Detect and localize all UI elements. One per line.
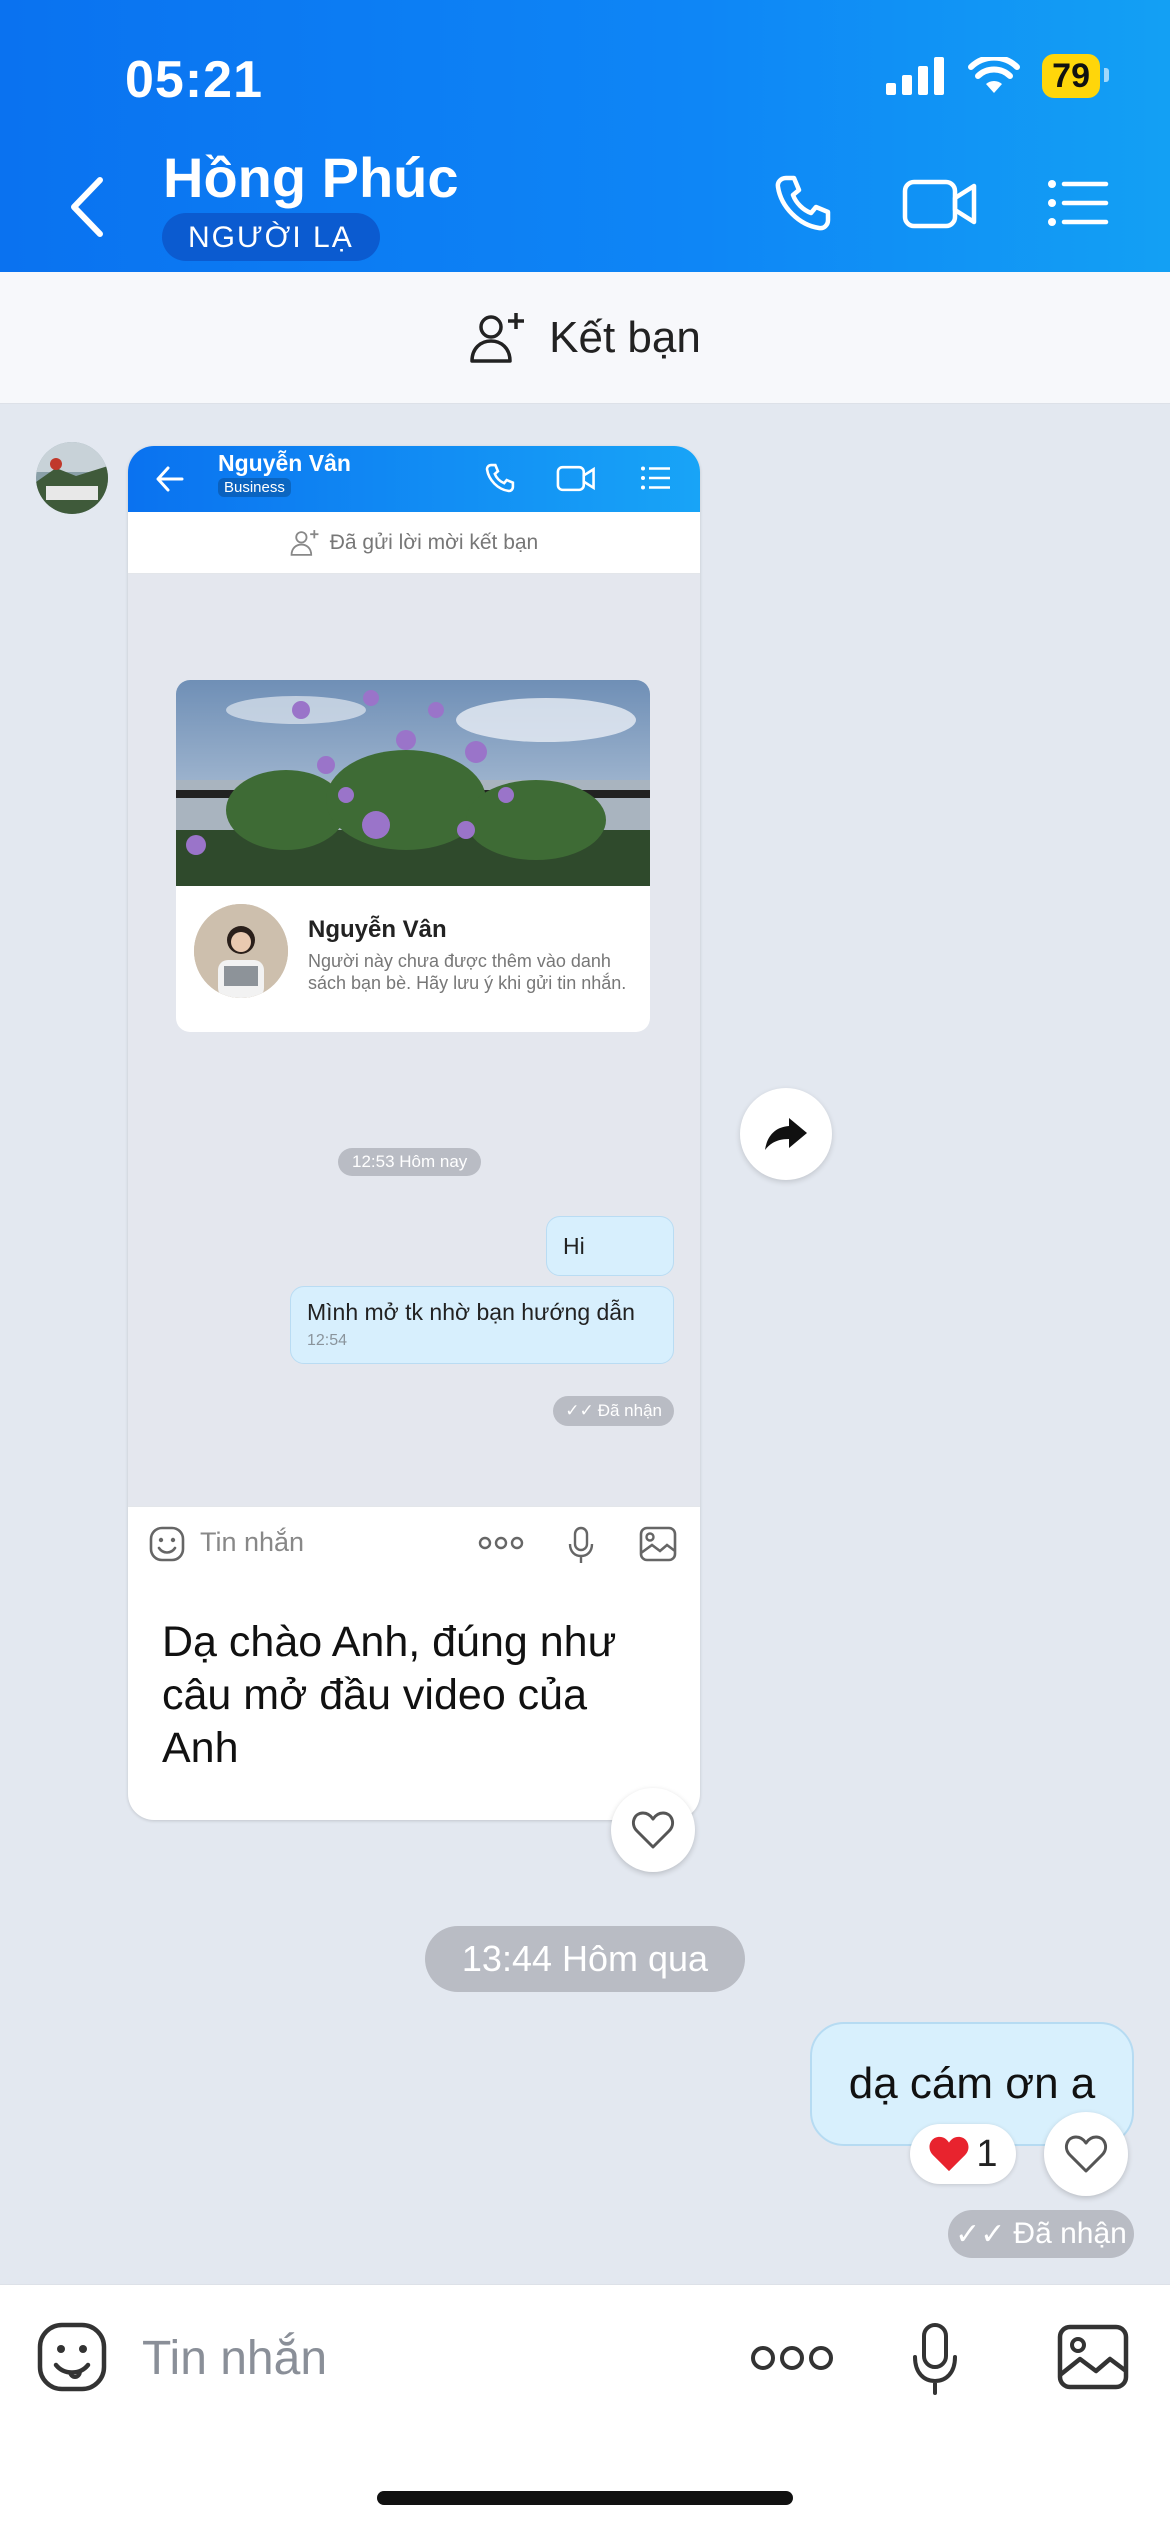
home-indicator (377, 2491, 793, 2505)
embedded-back-icon (156, 466, 184, 492)
status-time: 05:21 (125, 51, 263, 109)
profile-description: Người này chưa được thêm vào danh sách b… (308, 951, 627, 993)
profile-cover-photo (176, 680, 650, 886)
forward-arrow-icon (765, 1118, 807, 1150)
red-heart-icon (929, 2136, 969, 2172)
embedded-time-divider: 12:53 Hôm nay (338, 1148, 482, 1176)
chat-header: 05:21 79 Hồng Phúc NGƯỜI LẠ (0, 0, 1170, 272)
add-friend-label: Kết bạn (549, 312, 701, 362)
embedded-business-badge: Business (218, 478, 291, 497)
embedded-input-bar: Tin nhắn (128, 1506, 700, 1580)
phone-call-icon[interactable] (772, 172, 834, 234)
contact-name[interactable]: Hồng Phúc (163, 145, 459, 210)
embedded-chat-header: Nguyễn Vân Business (128, 446, 700, 512)
embedded-emoji-icon (149, 1526, 185, 1562)
embedded-menu-icon (641, 466, 670, 490)
embedded-received-status: ✓✓ Đã nhận (553, 1396, 674, 1426)
add-friend-icon (470, 312, 525, 363)
heart-outline-icon (1064, 2135, 1108, 2173)
message-input[interactable]: Tin nhắn (142, 2331, 327, 2386)
image-gallery-icon[interactable] (1056, 2323, 1130, 2391)
add-friend-button[interactable]: Kết bạn (0, 272, 1170, 404)
embedded-message-text: Hi (563, 1233, 585, 1259)
message-caption: Dạ chào Anh, đúng như câu mở đầu video c… (162, 1618, 617, 1772)
embedded-request-sent-label: Đã gửi lời mời kết bạn (329, 530, 539, 554)
status-icons: 79 (886, 54, 1109, 98)
embedded-double-check-icon: ✓✓ (565, 1401, 594, 1420)
embedded-profile-card: Nguyễn Vân Người này chưa được thêm vào … (176, 680, 650, 1032)
signal-icon (886, 57, 945, 95)
embedded-more-icon (478, 1536, 524, 1550)
emoji-sticker-icon[interactable] (36, 2321, 108, 2393)
embedded-request-sent-bar: Đã gửi lời mời kết bạn (128, 512, 700, 574)
sent-message-text: dạ cám ơn a (848, 2059, 1096, 2108)
react-heart-button[interactable] (611, 1788, 695, 1872)
menu-list-icon[interactable] (1046, 172, 1110, 234)
react-heart-button[interactable] (1044, 2112, 1128, 2196)
more-options-icon[interactable] (750, 2343, 834, 2373)
stranger-badge: NGƯỜI LẠ (162, 213, 380, 261)
embedded-message-bubble: Hi (546, 1216, 674, 1276)
double-check-icon: ✓✓ (955, 2217, 1006, 2251)
profile-name: Nguyễn Vân (308, 916, 447, 943)
microphone-icon[interactable] (910, 2321, 960, 2397)
embedded-mic-icon (568, 1526, 594, 1563)
embedded-video-icon (556, 465, 595, 492)
embedded-chat-body: Nguyễn Vân Người này chưa được thêm vào … (128, 574, 700, 1506)
wifi-icon (968, 57, 1021, 93)
embedded-received-label: Đã nhận (597, 1401, 662, 1420)
embedded-message-time: 12:54 (307, 1332, 348, 1349)
battery-indicator: 79 (1042, 54, 1109, 98)
heart-outline-icon (631, 1811, 675, 1849)
embedded-message-bubble: Mình mở tk nhờ bạn hướng dẫn 12:54 (290, 1286, 674, 1364)
embedded-add-friend-icon (290, 529, 319, 556)
embedded-image-icon (639, 1526, 677, 1562)
forward-button[interactable] (740, 1088, 832, 1180)
profile-avatar (194, 904, 288, 998)
embedded-contact-name: Nguyễn Vân (218, 450, 351, 476)
reaction-badge[interactable]: 1 (910, 2124, 1016, 2184)
embedded-message-text: Mình mở tk nhờ bạn hướng dẫn (307, 1299, 635, 1325)
shared-image-message[interactable]: Nguyễn Vân Business Đã gửi lời mời kết b… (128, 446, 700, 1820)
time-divider: 13:44 Hôm qua (425, 1926, 745, 1992)
received-label: Đã nhận (1013, 2217, 1127, 2250)
video-call-icon[interactable] (902, 172, 978, 234)
received-status: ✓✓ Đã nhận (948, 2210, 1134, 2258)
embedded-phone-icon (485, 463, 515, 493)
back-icon[interactable] (62, 172, 112, 242)
sender-avatar[interactable] (36, 442, 108, 514)
embedded-input-placeholder: Tin nhắn (200, 1527, 305, 1557)
reaction-count: 1 (976, 2132, 998, 2175)
message-input-bar: Tin nhắn (0, 2284, 1170, 2532)
